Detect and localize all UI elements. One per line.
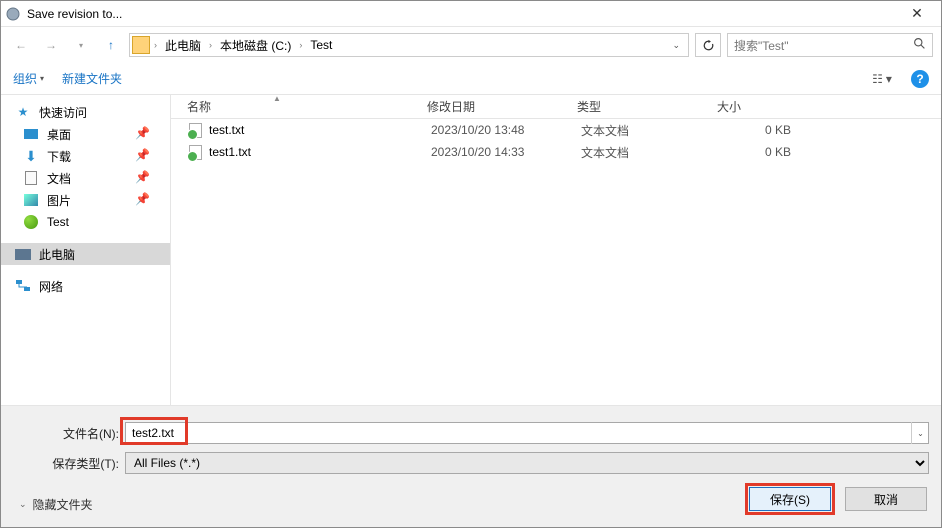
- sidebar-item-pictures[interactable]: 图片 📌: [1, 189, 170, 211]
- address-bar[interactable]: › 此电脑 › 本地磁盘 (C:) › Test ⌄: [129, 33, 689, 57]
- file-size: 0 KB: [721, 123, 821, 137]
- column-type[interactable]: 类型: [577, 98, 717, 115]
- filetype-label: 保存类型(T):: [13, 455, 125, 472]
- toolbar: 组织 ▾ 新建文件夹 ☷ ▾ ?: [1, 63, 941, 95]
- network-icon: [15, 278, 31, 294]
- breadcrumb-drive[interactable]: 本地磁盘 (C:): [216, 35, 295, 56]
- cancel-button[interactable]: 取消: [845, 487, 927, 511]
- save-label: 保存(S): [770, 491, 810, 508]
- sidebar-label: Test: [47, 215, 69, 229]
- address-dropdown-icon[interactable]: ⌄: [666, 40, 686, 51]
- title-bar: Save revision to... ✕: [1, 1, 941, 27]
- search-placeholder: 搜索"Test": [734, 37, 913, 54]
- column-date[interactable]: 修改日期: [427, 98, 577, 115]
- up-button[interactable]: ↑: [99, 33, 123, 57]
- pc-icon: [15, 246, 31, 262]
- text-file-icon: [187, 144, 203, 160]
- sidebar-this-pc[interactable]: 此电脑: [1, 243, 170, 265]
- sidebar-label: 桌面: [47, 126, 71, 143]
- refresh-button[interactable]: [695, 33, 721, 57]
- view-options-button[interactable]: ☷ ▾: [863, 72, 901, 86]
- test-folder-icon: [23, 214, 39, 230]
- desktop-icon: [23, 126, 39, 142]
- new-folder-button[interactable]: 新建文件夹: [62, 70, 122, 87]
- chevron-down-icon: ▾: [40, 74, 44, 83]
- back-button[interactable]: ←: [9, 33, 33, 57]
- sidebar: ★ 快速访问 桌面 📌 ⬇ 下载 📌 文档 📌 图片 📌 Test: [1, 95, 171, 405]
- search-icon: [913, 37, 926, 53]
- organize-label: 组织: [13, 70, 37, 87]
- nav-row: ← → ▾ ↑ › 此电脑 › 本地磁盘 (C:) › Test ⌄ 搜索"Te…: [1, 27, 941, 63]
- file-type: 文本文档: [581, 122, 721, 139]
- chevron-down-icon: ▾: [886, 72, 892, 86]
- search-input[interactable]: 搜索"Test": [727, 33, 933, 57]
- filename-label: 文件名(N):: [13, 425, 125, 442]
- file-name: test.txt: [209, 123, 431, 137]
- view-icon: ☷: [872, 72, 883, 86]
- documents-icon: [23, 170, 39, 186]
- sidebar-label: 网络: [39, 278, 63, 295]
- sidebar-item-desktop[interactable]: 桌面 📌: [1, 123, 170, 145]
- sort-asc-icon: ▲: [273, 94, 281, 103]
- pin-icon: 📌: [135, 170, 150, 184]
- column-name[interactable]: 名称 ▲: [187, 98, 427, 115]
- breadcrumb-folder[interactable]: Test: [306, 36, 336, 54]
- chevron-right-icon: ›: [299, 40, 302, 50]
- download-icon: ⬇: [23, 148, 39, 164]
- app-icon: [5, 6, 21, 22]
- column-headers: 名称 ▲ 修改日期 类型 大小: [171, 95, 941, 119]
- sidebar-label: 图片: [47, 192, 71, 209]
- file-date: 2023/10/20 14:33: [431, 145, 581, 159]
- organize-button[interactable]: 组织 ▾: [13, 70, 44, 87]
- hide-folders-button[interactable]: ⌄ 隐藏文件夹: [19, 496, 93, 513]
- sidebar-label: 快速访问: [39, 104, 87, 121]
- sidebar-item-test[interactable]: Test: [1, 211, 170, 233]
- save-button[interactable]: 保存(S): [749, 487, 831, 511]
- pin-icon: 📌: [135, 192, 150, 206]
- recent-dropdown[interactable]: ▾: [69, 33, 93, 57]
- sidebar-quick-access[interactable]: ★ 快速访问: [1, 101, 170, 123]
- filename-dropdown-icon[interactable]: ⌄: [911, 422, 929, 444]
- filename-input[interactable]: [125, 422, 929, 444]
- file-name: test1.txt: [209, 145, 431, 159]
- forward-button[interactable]: →: [39, 33, 63, 57]
- sidebar-label: 文档: [47, 170, 71, 187]
- window-title: Save revision to...: [27, 7, 897, 21]
- file-date: 2023/10/20 13:48: [431, 123, 581, 137]
- sidebar-item-downloads[interactable]: ⬇ 下载 📌: [1, 145, 170, 167]
- pictures-icon: [23, 192, 39, 208]
- folder-icon: [132, 36, 150, 54]
- text-file-icon: [187, 122, 203, 138]
- pin-icon: 📌: [135, 126, 150, 140]
- close-button[interactable]: ✕: [897, 5, 937, 22]
- breadcrumb-this-pc[interactable]: 此电脑: [161, 35, 205, 56]
- help-button[interactable]: ?: [911, 70, 929, 88]
- main-area: ★ 快速访问 桌面 📌 ⬇ 下载 📌 文档 📌 图片 📌 Test: [1, 95, 941, 405]
- chevron-right-icon: ›: [154, 40, 157, 50]
- refresh-icon: [702, 39, 715, 52]
- pin-icon: 📌: [135, 148, 150, 162]
- sidebar-item-documents[interactable]: 文档 📌: [1, 167, 170, 189]
- file-type: 文本文档: [581, 144, 721, 161]
- column-size[interactable]: 大小: [717, 98, 817, 115]
- hide-folders-label: 隐藏文件夹: [33, 496, 93, 513]
- bottom-panel: 文件名(N): ⌄ 保存类型(T): All Files (*.*) ⌄ 隐藏文…: [1, 405, 941, 527]
- filetype-select[interactable]: All Files (*.*): [125, 452, 929, 474]
- sidebar-label: 下载: [47, 148, 71, 165]
- highlight-marker: 保存(S): [745, 483, 835, 515]
- file-row[interactable]: test1.txt 2023/10/20 14:33 文本文档 0 KB: [171, 141, 941, 163]
- file-row[interactable]: test.txt 2023/10/20 13:48 文本文档 0 KB: [171, 119, 941, 141]
- sidebar-network[interactable]: 网络: [1, 275, 170, 297]
- file-size: 0 KB: [721, 145, 821, 159]
- chevron-right-icon: ›: [209, 40, 212, 50]
- new-folder-label: 新建文件夹: [62, 70, 122, 87]
- chevron-down-icon: ⌄: [19, 499, 27, 510]
- sidebar-label: 此电脑: [39, 246, 75, 263]
- file-list: 名称 ▲ 修改日期 类型 大小 test.txt 2023/10/20 13:4…: [171, 95, 941, 405]
- cancel-label: 取消: [874, 491, 898, 508]
- star-icon: ★: [15, 104, 31, 120]
